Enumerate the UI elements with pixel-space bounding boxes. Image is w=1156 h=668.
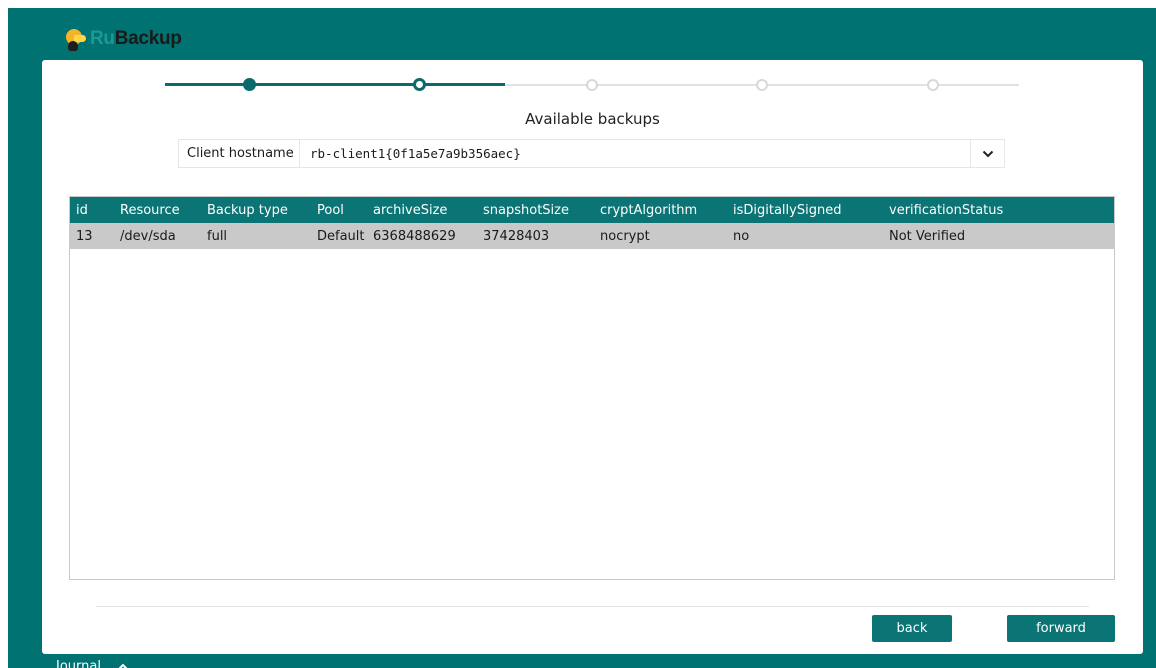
column-header-verification-status[interactable]: verificationStatus: [883, 197, 1114, 223]
table-row[interactable]: 13 /dev/sda full Default 6368488629 3742…: [70, 223, 1114, 249]
cell-verification-status: Not Verified: [889, 228, 966, 244]
cell-pool: Default: [317, 228, 365, 244]
step-4-dot: [756, 79, 768, 91]
cell-resource: /dev/sda: [120, 228, 176, 244]
client-hostname-value: rb-client1{0f1a5e7a9b356aec}: [310, 146, 521, 161]
toucan-icon: [64, 27, 86, 51]
chevron-down-icon[interactable]: [970, 140, 1004, 167]
rubackup-logo: RuBackup: [64, 26, 182, 52]
cell-crypt-algorithm: nocrypt: [600, 228, 650, 244]
client-hostname-row: Client hostname rb-client1{0f1a5e7a9b356…: [178, 139, 1005, 168]
cell-backup-type: full: [207, 228, 228, 244]
client-hostname-label: Client hostname: [178, 139, 299, 168]
wizard-stepper: [165, 74, 1019, 94]
column-header-snapshot-size[interactable]: snapshotSize: [477, 197, 594, 223]
cell-is-digitally-signed: no: [733, 228, 750, 244]
column-header-crypt-algorithm[interactable]: cryptAlgorithm: [594, 197, 727, 223]
cell-archive-size: 6368488629: [373, 228, 456, 244]
cell-id: 13: [76, 228, 93, 244]
step-2-dot: [413, 78, 426, 91]
column-header-id[interactable]: id: [70, 197, 114, 223]
logo-text-ru: Ru: [90, 28, 115, 49]
table-header-row: id Resource Backup type Pool archiveSize…: [70, 197, 1114, 223]
column-header-archive-size[interactable]: archiveSize: [367, 197, 477, 223]
step-1-dot: [243, 78, 256, 91]
page-title: Available backups: [525, 110, 660, 128]
column-header-resource[interactable]: Resource: [114, 197, 201, 223]
app-window: RuBackup Available backups Client hostna…: [8, 8, 1156, 668]
step-3-dot: [586, 79, 598, 91]
forward-button[interactable]: forward: [1007, 615, 1115, 642]
wizard-panel: Available backups Client hostname rb-cli…: [42, 60, 1143, 654]
journal-bar[interactable]: Journal: [56, 659, 131, 668]
step-5-dot: [927, 79, 939, 91]
column-header-pool[interactable]: Pool: [311, 197, 367, 223]
back-button[interactable]: back: [872, 615, 952, 642]
column-header-backup-type[interactable]: Backup type: [201, 197, 311, 223]
stepper-progress-line: [165, 83, 505, 86]
backups-table[interactable]: id Resource Backup type Pool archiveSize…: [69, 196, 1115, 580]
logo-text-backup: Backup: [114, 28, 182, 49]
cell-snapshot-size: 37428403: [483, 228, 550, 244]
client-hostname-select[interactable]: rb-client1{0f1a5e7a9b356aec}: [299, 139, 1005, 168]
chevron-up-icon[interactable]: [115, 661, 131, 668]
footer-divider: [96, 606, 1089, 607]
journal-label[interactable]: Journal: [56, 659, 101, 668]
column-header-is-digitally-signed[interactable]: isDigitallySigned: [727, 197, 883, 223]
